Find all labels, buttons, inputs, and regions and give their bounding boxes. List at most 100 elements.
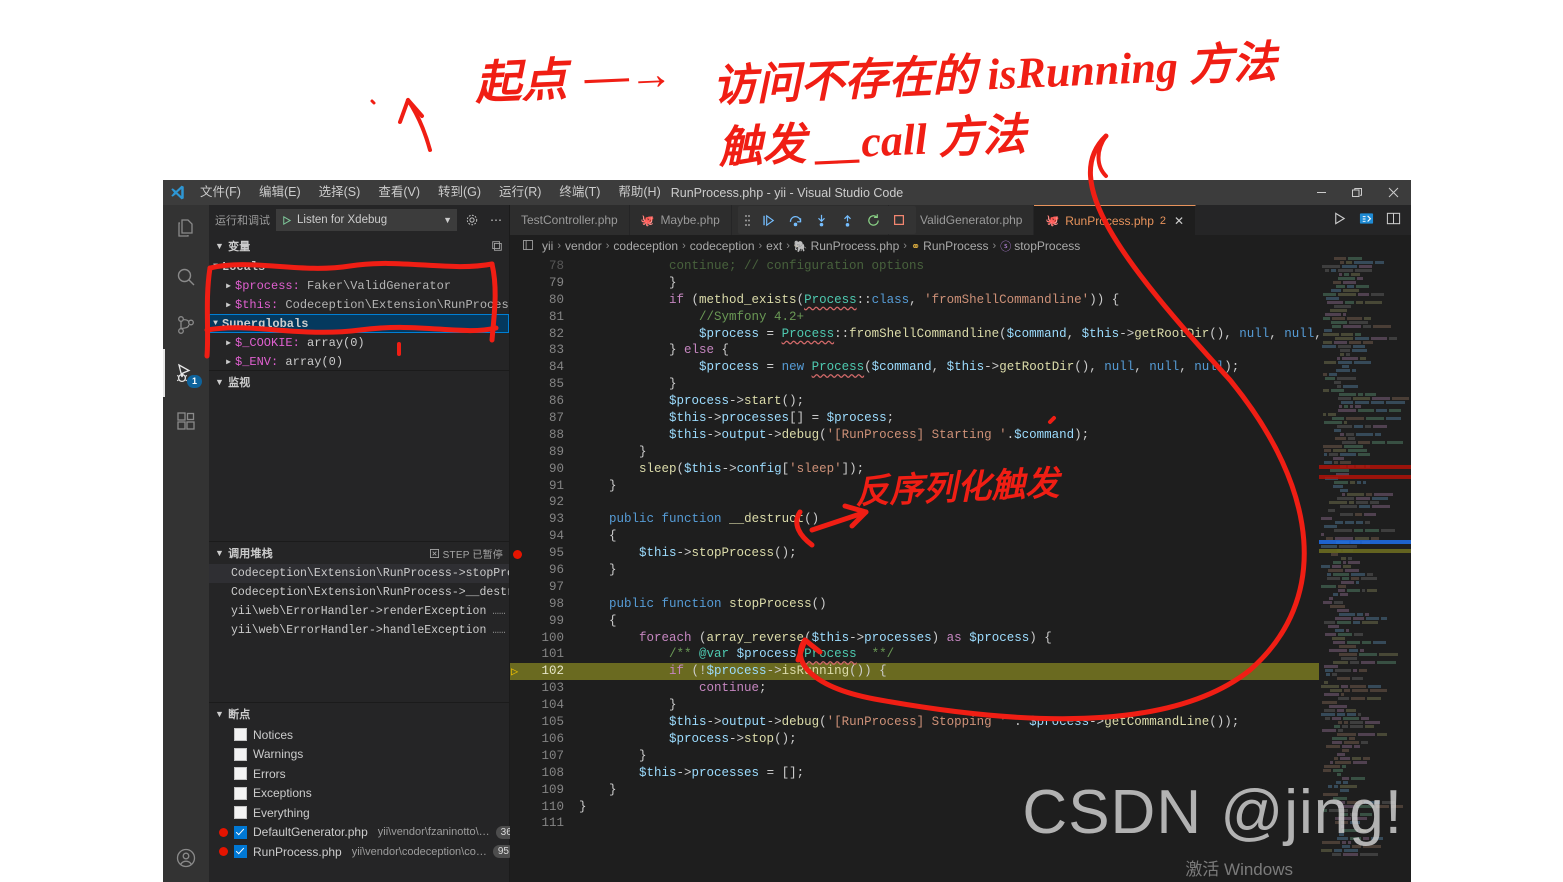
activity-item-explorer[interactable] (163, 205, 209, 253)
code-line[interactable]: 78 continue; // configuration options (510, 258, 1319, 275)
code-line[interactable]: 85 } (510, 376, 1319, 393)
play-outline-icon[interactable] (1332, 211, 1347, 229)
code-line[interactable]: 94 { (510, 528, 1319, 545)
code-line[interactable]: 99 { (510, 613, 1319, 630)
breakpoint-row[interactable]: Notices (209, 725, 509, 745)
code-line[interactable]: 110} (510, 799, 1319, 816)
breadcrumb-item[interactable]: 🐘 RunProcess.php (794, 239, 899, 253)
code-line[interactable]: 106 $process->stop(); (510, 731, 1319, 748)
breakpoint-gutter[interactable] (510, 748, 524, 765)
variables-group-locals[interactable]: ▼ Locals (209, 257, 509, 276)
code-line[interactable]: 108 $this->processes = []; (510, 765, 1319, 782)
chevron-right-icon[interactable]: ▶ (222, 281, 235, 291)
gear-icon[interactable] (463, 213, 481, 227)
breakpoint-gutter[interactable] (510, 292, 524, 309)
breakpoint-checkbox[interactable] (234, 747, 247, 761)
menu-run[interactable]: 运行(R) (490, 180, 550, 205)
tab-maybe[interactable]: 🐙 Maybe.php (629, 205, 732, 235)
breakpoint-gutter[interactable] (510, 410, 524, 427)
code-lines[interactable]: 78 continue; // configuration options 79 … (510, 257, 1374, 882)
code-line[interactable]: 81 //Symfony 4.2+ (510, 309, 1319, 326)
code-line[interactable]: 84 $process = new Process($command, $thi… (510, 359, 1319, 376)
breadcrumb-item[interactable]: ext (766, 239, 782, 253)
variable-row[interactable]: ▶ $_ENV: array(0) (209, 352, 509, 370)
call-stack-pane-header[interactable]: ▼ 调用堆栈 STEP 已暂停 (209, 542, 509, 564)
code-line[interactable]: 104 } (510, 697, 1319, 714)
code-line[interactable]: 109 } (510, 782, 1319, 799)
breakpoint-gutter[interactable] (510, 630, 524, 647)
split-editor-icon[interactable] (1386, 211, 1401, 229)
menu-help[interactable]: 帮助(H) (609, 180, 669, 205)
code-line[interactable]: 87 $this->processes[] = $process; (510, 410, 1319, 427)
breakpoint-gutter[interactable] (510, 714, 524, 731)
breakpoint-gutter[interactable] (510, 613, 524, 630)
code-editor[interactable]: 78 continue; // configuration options 79 … (510, 257, 1411, 882)
breakpoint-checkbox[interactable] (234, 825, 247, 839)
step-over-icon[interactable] (788, 213, 803, 228)
maximize-button[interactable] (1339, 180, 1375, 205)
chevron-right-icon[interactable]: ▶ (222, 300, 235, 310)
code-line[interactable]: 96 } (510, 562, 1319, 579)
step-into-icon[interactable] (814, 213, 829, 228)
watch-pane-header[interactable]: ▼ 监视 (209, 371, 509, 393)
breakpoint-row[interactable]: Exceptions (209, 784, 509, 804)
breakpoint-gutter[interactable] (510, 528, 524, 545)
code-line[interactable]: 107 } (510, 748, 1319, 765)
breakpoint-gutter[interactable] (510, 359, 524, 376)
code-line[interactable]: 79 } (510, 275, 1319, 292)
breakpoint-row[interactable]: Everything (209, 803, 509, 823)
code-line[interactable]: 103 continue; (510, 680, 1319, 697)
breadcrumb-item[interactable]: ⚭ RunProcess (911, 239, 989, 253)
call-stack-frame[interactable]: Codeception\Extension\RunProcess->__dest… (209, 583, 509, 602)
minimize-button[interactable] (1303, 180, 1339, 205)
breakpoint-gutter[interactable] (510, 258, 524, 275)
code-line[interactable]: 97 (510, 579, 1319, 596)
breakpoint-gutter[interactable] (510, 427, 524, 444)
activity-item-source-control[interactable] (163, 301, 209, 349)
code-line[interactable]: 105 $this->output->debug('[RunProcess] S… (510, 714, 1319, 731)
grip-icon[interactable] (744, 213, 751, 228)
breakpoint-gutter[interactable]: ▷ (510, 663, 524, 680)
call-stack-frame[interactable]: Codeception\Extension\RunProcess->stopPr… (209, 564, 509, 583)
variables-pane-header[interactable]: ▼ 变量 (209, 235, 509, 257)
ellipsis-icon[interactable]: ⋯ (487, 213, 505, 227)
call-stack-frame[interactable]: yii\web\ErrorHandler->handleException …… (209, 621, 509, 640)
breakpoint-gutter[interactable] (510, 478, 524, 495)
breakpoint-gutter[interactable] (510, 461, 524, 478)
activity-item-extensions[interactable] (163, 397, 209, 445)
breakpoint-row[interactable]: Errors (209, 764, 509, 784)
breakpoint-gutter[interactable] (510, 815, 524, 832)
breakpoint-gutter[interactable] (510, 342, 524, 359)
code-line[interactable]: 86 $process->start(); (510, 393, 1319, 410)
breakpoint-gutter[interactable] (510, 562, 524, 579)
stop-icon[interactable] (892, 213, 906, 227)
breakpoint-checkbox[interactable] (234, 845, 247, 859)
menu-terminal[interactable]: 终端(T) (550, 180, 609, 205)
code-line[interactable]: 101 /** @var $process Process **/ (510, 646, 1319, 663)
close-button[interactable] (1375, 180, 1411, 205)
activity-item-search[interactable] (163, 253, 209, 301)
activity-item-account[interactable] (163, 834, 209, 882)
breadcrumb-item[interactable]: vendor (565, 239, 602, 253)
code-line[interactable]: 92 (510, 494, 1319, 511)
breakpoint-gutter[interactable] (510, 326, 524, 343)
code-line[interactable]: 88 $this->output->debug('[RunProcess] St… (510, 427, 1319, 444)
code-line[interactable]: 83 } else { (510, 342, 1319, 359)
debug-alt-icon[interactable] (1359, 211, 1374, 229)
breakpoint-gutter[interactable] (510, 494, 524, 511)
menu-go[interactable]: 转到(G) (429, 180, 490, 205)
tab-testcontroller[interactable]: TestController.php (510, 205, 630, 235)
breakpoint-gutter[interactable] (510, 799, 524, 816)
call-stack-frame[interactable]: yii\web\ErrorHandler->renderException …… (209, 602, 509, 621)
breakpoint-gutter[interactable] (510, 680, 524, 697)
breakpoint-gutter[interactable] (510, 596, 524, 613)
step-out-icon[interactable] (840, 213, 855, 228)
code-line[interactable]: 95 $this->stopProcess(); (510, 545, 1319, 562)
breakpoint-gutter[interactable] (510, 376, 524, 393)
split-pane-icon[interactable] (522, 239, 534, 254)
breakpoint-gutter[interactable] (510, 275, 524, 292)
variable-row[interactable]: ▶ $process: Faker\ValidGenerator (209, 276, 509, 295)
breakpoint-gutter[interactable] (510, 731, 524, 748)
variable-row[interactable]: ▶ $this: Codeception\Extension\RunProces… (209, 295, 509, 314)
code-line[interactable]: 82 $process = Process::fromShellCommandl… (510, 326, 1374, 343)
